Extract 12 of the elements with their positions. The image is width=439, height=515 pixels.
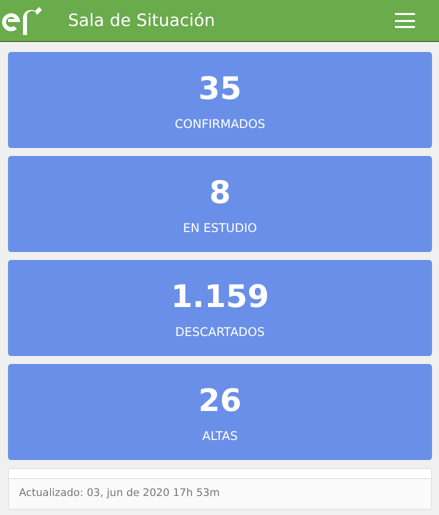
stat-label: ALTAS <box>202 429 238 443</box>
stat-value: 8 <box>209 174 231 213</box>
menu-icon[interactable] <box>395 13 415 28</box>
stat-value: 26 <box>198 382 242 421</box>
update-timestamp: Actualizado: 03, jun de 2020 17h 53m <box>18 486 221 499</box>
app-title: Sala de Situación <box>68 10 216 30</box>
stat-label: EN ESTUDIO <box>183 221 257 235</box>
logo-icon <box>0 4 44 36</box>
stat-label: DESCARTADOS <box>175 325 265 339</box>
stat-value: 35 <box>198 70 242 109</box>
stat-value: 1.159 <box>170 278 270 317</box>
stat-label: CONFIRMADOS <box>174 117 266 131</box>
